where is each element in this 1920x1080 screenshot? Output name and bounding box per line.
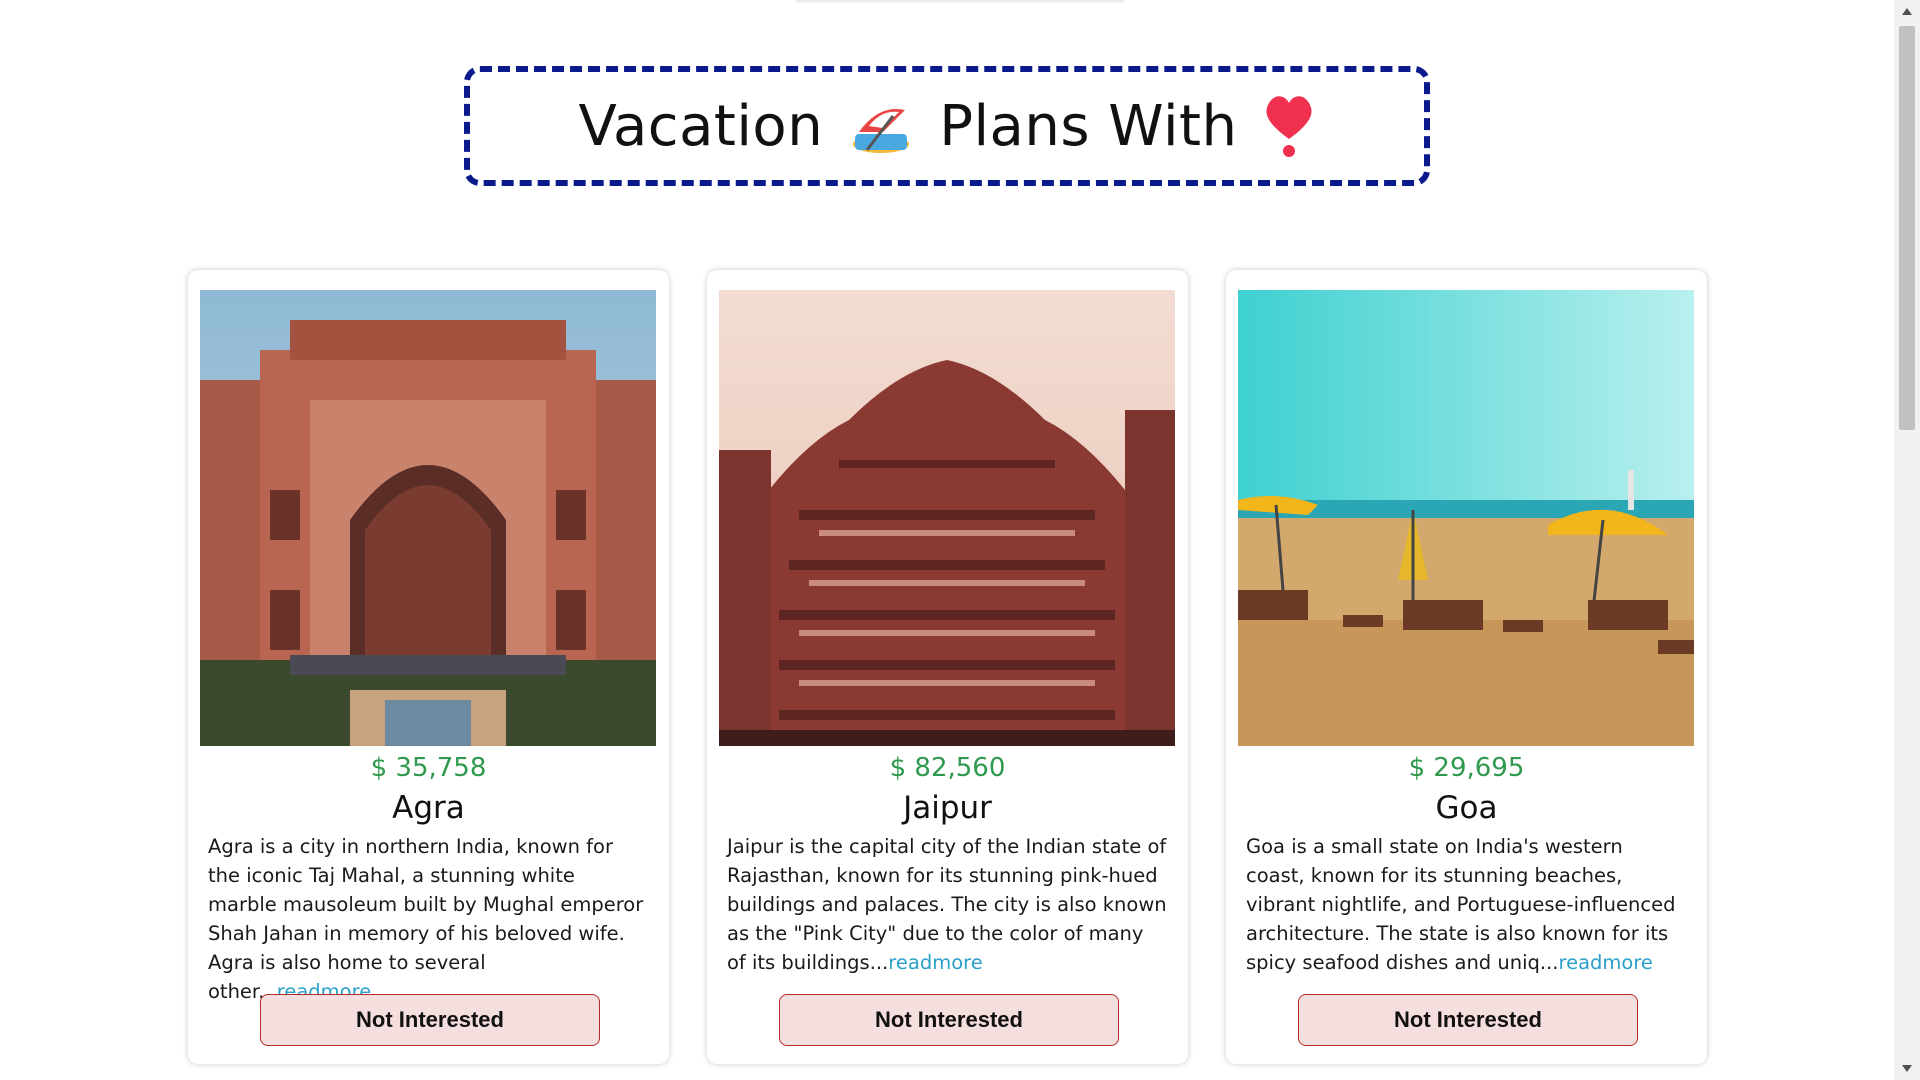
price: $ 35,758 [370, 753, 487, 783]
destination-description: Goa is a small state on India's western … [1246, 832, 1687, 977]
description-text: Agra is a city in northern India, known … [208, 835, 644, 1003]
scrollbar-thumb[interactable] [1899, 26, 1915, 430]
jaipur-hawa-mahal-photo [719, 290, 1175, 746]
destination-card-jaipur: $ 82,560 Jaipur Jaipur is the capital ci… [707, 270, 1188, 1064]
scroll-down-arrow-icon[interactable] [1902, 1065, 1912, 1072]
readmore-link[interactable]: readmore [1559, 951, 1653, 974]
heart-exclamation-icon [1263, 93, 1315, 159]
price: $ 82,560 [889, 753, 1006, 783]
not-interested-button[interactable]: Not Interested [1298, 994, 1638, 1046]
destination-cards: $ 35,758 Agra Agra is a city in northern… [188, 270, 1707, 1064]
destination-name: Agra [392, 790, 465, 826]
agra-taj-gate-photo [200, 290, 656, 746]
top-shadow [795, 0, 1125, 4]
goa-beach-photo [1238, 290, 1694, 746]
readmore-link[interactable]: readmore [888, 951, 982, 974]
scroll-up-arrow-icon[interactable] [1902, 8, 1912, 15]
page-title-part1: Vacation [578, 93, 824, 159]
destination-name: Jaipur [903, 790, 992, 826]
not-interested-button[interactable]: Not Interested [779, 994, 1119, 1046]
not-interested-button[interactable]: Not Interested [260, 994, 600, 1046]
price: $ 29,695 [1408, 753, 1525, 783]
vertical-scrollbar[interactable] [1894, 0, 1920, 1080]
destination-description: Jaipur is the capital city of the Indian… [727, 832, 1168, 977]
page-title-box: Vacation Plans With [464, 66, 1430, 186]
destination-description: Agra is a city in northern India, known … [208, 832, 649, 1006]
destination-name: Goa [1435, 790, 1498, 826]
destination-card-goa: $ 29,695 Goa Goa is a small state on Ind… [1226, 270, 1707, 1064]
page-title-part2: Plans With [939, 93, 1238, 159]
beach-umbrella-icon [849, 98, 913, 154]
destination-card-agra: $ 35,758 Agra Agra is a city in northern… [188, 270, 669, 1064]
